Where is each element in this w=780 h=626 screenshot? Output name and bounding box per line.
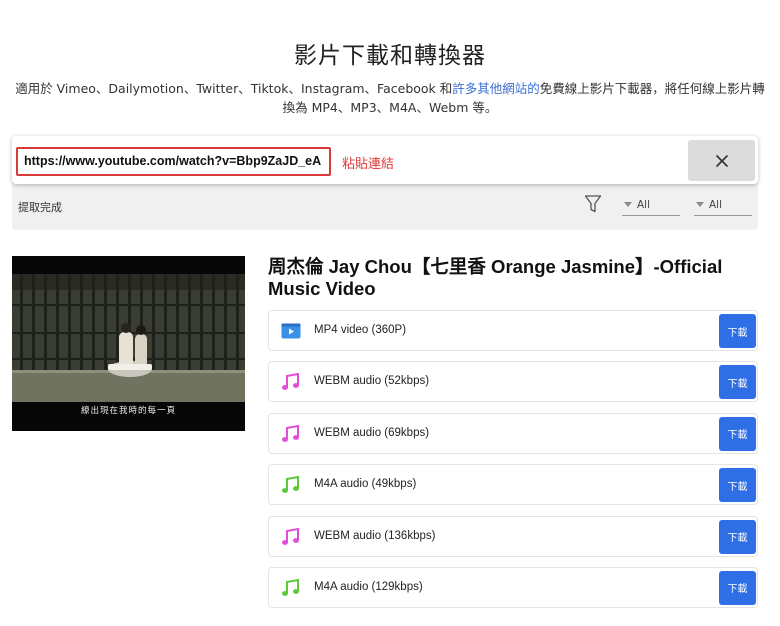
filter-icon[interactable] [584, 194, 602, 214]
video-thumbnail: 繚出現在我時的每一頁 [12, 256, 245, 431]
format-row: WEBM audio (69kbps) 下載 [268, 412, 758, 454]
music-note-icon [282, 476, 299, 494]
music-note-icon [282, 424, 299, 442]
format-type-select[interactable]: All [622, 194, 680, 216]
caret-down-icon [696, 202, 704, 207]
format-row: MP4 video (360P) 下載 [268, 310, 758, 351]
extraction-status: 提取完成 [18, 201, 62, 214]
music-note-icon [282, 373, 299, 391]
download-button[interactable]: 下載 [719, 365, 756, 400]
description-text: 適用於 Vimeo、Dailymotion、Twitter、Tiktok、Ins… [15, 81, 453, 96]
caret-down-icon [624, 202, 632, 207]
format-row: WEBM audio (136kbps) 下載 [268, 515, 758, 557]
close-icon [715, 154, 728, 167]
format-label: M4A audio (129kbps) [314, 580, 423, 593]
download-button[interactable]: 下載 [719, 570, 756, 605]
format-label: WEBM audio (136kbps) [314, 529, 436, 542]
format-row: M4A audio (49kbps) 下載 [268, 464, 758, 506]
quality-value: All [709, 198, 723, 211]
url-input[interactable]: https://www.youtube.com/watch?v=Bbp9ZaJD… [16, 147, 331, 176]
format-list: MP4 video (360P) 下載 WEBM audio (52kbps) … [268, 310, 758, 618]
quality-select[interactable]: All [694, 194, 752, 216]
music-note-icon [282, 578, 299, 596]
download-button[interactable]: 下載 [719, 314, 756, 348]
format-label: WEBM audio (69kbps) [314, 426, 430, 439]
thumbnail-caption: 繚出現在我時的每一頁 [80, 406, 176, 416]
format-row: M4A audio (129kbps) 下載 [268, 566, 758, 608]
page-title: 影片下載和轉換器 [294, 43, 486, 69]
paste-link-hint: 粘貼連結 [342, 157, 395, 172]
format-label: MP4 video (360P) [314, 324, 407, 336]
clear-button[interactable] [688, 140, 755, 181]
page-description: 適用於 Vimeo、Dailymotion、Twitter、Tiktok、Ins… [14, 79, 766, 117]
video-title: 周杰倫 Jay Chou【七里香 Orange Jasmine】-Officia… [268, 256, 723, 299]
music-note-icon [282, 527, 299, 545]
format-label: WEBM audio (52kbps) [314, 375, 430, 388]
download-button[interactable]: 下載 [719, 468, 756, 503]
search-bar: https://www.youtube.com/watch?v=Bbp9ZaJD… [12, 136, 758, 184]
format-row: WEBM audio (52kbps) 下載 [268, 361, 758, 403]
other-sites-link[interactable]: 許多其他網站的 [452, 81, 540, 96]
thumbnail-scene [12, 274, 245, 402]
video-file-icon [281, 323, 301, 339]
download-button[interactable]: 下載 [719, 416, 756, 451]
format-label: M4A audio (49kbps) [314, 478, 417, 491]
download-button[interactable]: 下載 [719, 519, 756, 554]
format-type-value: All [637, 198, 651, 211]
search-panel: https://www.youtube.com/watch?v=Bbp9ZaJD… [12, 136, 758, 230]
